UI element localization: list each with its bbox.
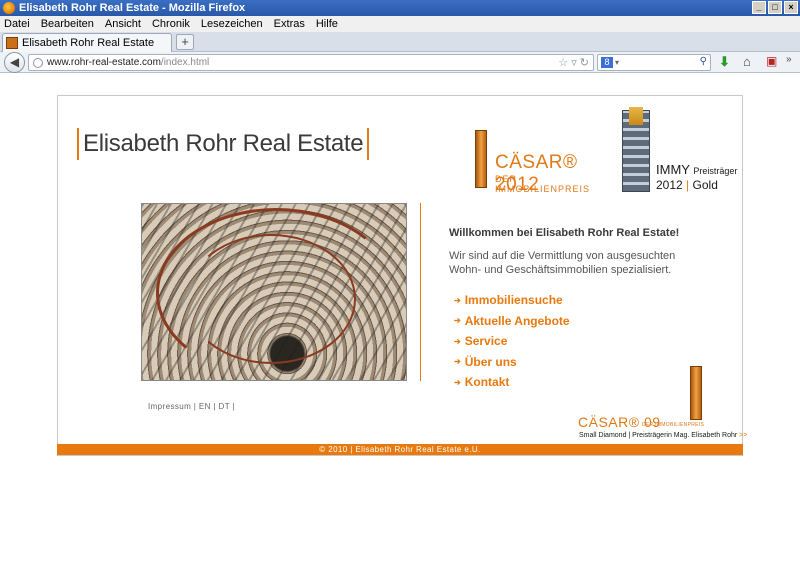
maximize-button[interactable]: □ bbox=[768, 1, 782, 14]
download-icon[interactable]: ⬇ bbox=[719, 54, 730, 70]
new-tab-button[interactable]: + bbox=[176, 34, 194, 50]
arrow-right-icon: ➔ bbox=[454, 357, 461, 367]
nav-immobiliensuche[interactable]: ➔ Immobiliensuche bbox=[454, 290, 570, 311]
back-arrow-icon: ◀ bbox=[9, 55, 20, 69]
firefox-icon bbox=[3, 2, 15, 14]
caesar-09-text: Small Diamond | Preisträgerin Mag. Elisa… bbox=[579, 432, 738, 439]
nav-label: Service bbox=[464, 334, 508, 349]
dropdown-icon[interactable]: ▿ bbox=[571, 57, 577, 69]
welcome-heading: Willkommen bei Elisabeth Rohr Real Estat… bbox=[449, 227, 680, 239]
nav-aktuelle-angebote[interactable]: ➔ Aktuelle Angebote bbox=[454, 311, 570, 332]
immy-name: IMMY bbox=[656, 162, 690, 177]
tab-active[interactable]: Elisabeth Rohr Real Estate bbox=[2, 33, 172, 52]
menubar: Datei Bearbeiten Ansicht Chronik Lesezei… bbox=[0, 16, 800, 32]
copyright-bar: © 2010 | Elisabeth Rohr Real Estate e.U. bbox=[57, 444, 743, 455]
menu-datei[interactable]: Datei bbox=[4, 18, 30, 30]
home-icon[interactable]: ⌂ bbox=[743, 54, 751, 69]
bookmark-star-icon[interactable]: ☆ bbox=[558, 57, 568, 69]
caesar-2012-subtitle: DER IMMOBILIENPREIS bbox=[495, 174, 591, 194]
globe-icon bbox=[33, 57, 43, 68]
menu-bearbeiten[interactable]: Bearbeiten bbox=[41, 18, 94, 30]
immy-rank: 2012 | Gold bbox=[656, 178, 718, 192]
intro-text: Wir sind auf die Vermittlung von ausgesu… bbox=[449, 250, 676, 276]
site-title: Elisabeth Rohr Real Estate bbox=[83, 130, 364, 157]
content-divider bbox=[420, 203, 421, 381]
immy-gold: Gold bbox=[692, 178, 718, 192]
nav-kontakt[interactable]: ➔ Kontakt bbox=[454, 372, 570, 393]
site-nav: ➔ Immobiliensuche ➔ Aktuelle Angebote ➔ Ser… bbox=[454, 290, 570, 393]
immy-title: IMMY Preisträger bbox=[656, 162, 737, 177]
search-icon[interactable]: ⚲ bbox=[700, 56, 707, 67]
immy-subtitle: Preisträger bbox=[693, 166, 738, 176]
minimize-button[interactable]: _ bbox=[752, 1, 766, 14]
staircase-photo bbox=[141, 203, 407, 381]
menu-lesezeichen[interactable]: Lesezeichen bbox=[201, 18, 263, 30]
nav-label: Immobiliensuche bbox=[464, 293, 563, 308]
arrow-right-icon: ➔ bbox=[454, 377, 461, 387]
site-frame: Elisabeth Rohr Real Estate CÄSAR® 2012 D… bbox=[57, 95, 747, 456]
caesar-09-trophy-icon bbox=[690, 366, 702, 420]
url-host: www.rohr-real-estate.com bbox=[47, 57, 161, 68]
immy-year: 2012 bbox=[656, 178, 683, 192]
arrow-right-icon: ➔ bbox=[454, 295, 461, 305]
back-button[interactable]: ◀ bbox=[4, 52, 25, 73]
navigation-toolbar: ◀ www.rohr-real-estate.com /index.html ☆… bbox=[0, 52, 800, 73]
caesar-09-subtitle: DER IMMOBILIENPREIS bbox=[642, 422, 705, 428]
caesar-09-line: Small Diamond | Preisträgerin Mag. Elisa… bbox=[579, 432, 747, 439]
nav-label: Über uns bbox=[464, 354, 517, 369]
logo-bar-right bbox=[367, 128, 370, 160]
immy-sep: | bbox=[686, 178, 690, 192]
search-engine-dropdown-icon[interactable]: ▾ bbox=[615, 58, 619, 67]
reload-icon[interactable]: ↻ bbox=[580, 57, 589, 69]
caesar-09-more-link[interactable]: >> bbox=[739, 432, 747, 439]
nav-label: Aktuelle Angebote bbox=[464, 313, 570, 328]
menu-extras[interactable]: Extras bbox=[274, 18, 305, 30]
immy-trophy-icon bbox=[622, 107, 650, 192]
handrail-inner bbox=[186, 234, 356, 364]
caesar-2012-award: CÄSAR® 2012 DER IMMOBILIENPREIS bbox=[473, 130, 603, 195]
caesar-trophy-icon bbox=[475, 130, 487, 188]
menu-chronik[interactable]: Chronik bbox=[152, 18, 190, 30]
toolbar-overflow-icon[interactable]: » bbox=[786, 54, 792, 65]
menu-ansicht[interactable]: Ansicht bbox=[105, 18, 141, 30]
caesar-09-award[interactable]: CÄSAR® 09 DER IMMOBILIENPREIS Small Diam… bbox=[578, 366, 747, 444]
page-content: Elisabeth Rohr Real Estate CÄSAR® 2012 D… bbox=[0, 74, 800, 573]
arrow-right-icon: ➔ bbox=[454, 316, 461, 326]
search-engine-icon[interactable]: 8 bbox=[601, 57, 613, 68]
footer-links[interactable]: Impressum | EN | DT | bbox=[148, 402, 235, 411]
tab-title: Elisabeth Rohr Real Estate bbox=[22, 37, 155, 49]
addon-icon[interactable]: ▣ bbox=[766, 54, 777, 68]
immy-award: IMMY Preisträger 2012 | Gold bbox=[618, 107, 738, 198]
site-logo[interactable]: Elisabeth Rohr Real Estate bbox=[77, 128, 370, 160]
tabbar: Elisabeth Rohr Real Estate + bbox=[0, 32, 800, 52]
nav-label: Kontakt bbox=[464, 375, 510, 390]
nav-ueber-uns[interactable]: ➔ Über uns bbox=[454, 352, 570, 373]
search-bar[interactable]: 8 ▾ ⚲ bbox=[597, 54, 711, 71]
menu-hilfe[interactable]: Hilfe bbox=[316, 18, 338, 30]
close-window-button[interactable]: × bbox=[784, 1, 798, 14]
url-path: /index.html bbox=[160, 57, 210, 68]
window-title: Elisabeth Rohr Real Estate - Mozilla Fir… bbox=[19, 2, 246, 14]
arrow-right-icon: ➔ bbox=[454, 336, 461, 346]
window-titlebar: Elisabeth Rohr Real Estate - Mozilla Fir… bbox=[0, 0, 800, 16]
site-favicon-icon bbox=[6, 37, 18, 49]
nav-service[interactable]: ➔ Service bbox=[454, 331, 570, 352]
url-bar[interactable]: www.rohr-real-estate.com /index.html ☆ ▿… bbox=[28, 54, 594, 71]
